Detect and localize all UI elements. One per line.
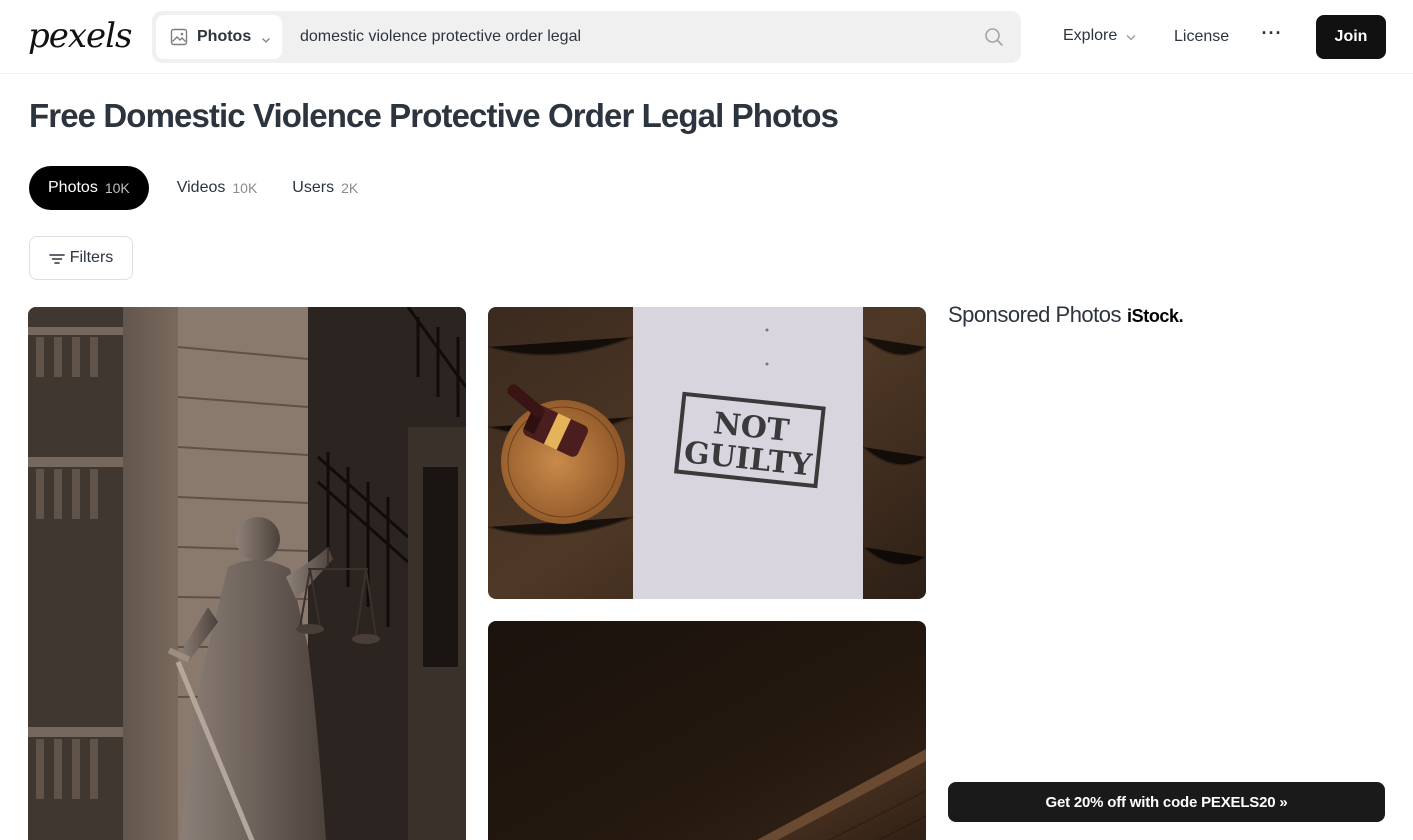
more-menu-button[interactable]: ··· [1261, 24, 1283, 48]
nav-explore-label: Explore [1063, 27, 1118, 44]
pexels-logo[interactable]: pexels [28, 14, 133, 58]
top-header: pexels Photos Explore License ··· Join [0, 0, 1413, 74]
search-scope-dropdown[interactable]: Photos [156, 15, 282, 59]
join-button[interactable]: Join [1316, 15, 1386, 59]
tab-label: Videos [176, 179, 226, 196]
search-input[interactable] [300, 11, 960, 63]
sponsored-heading: Sponsored Photos iStock. [948, 302, 1184, 328]
tab-photos[interactable]: Photos 10K [29, 166, 149, 210]
tab-count: 10K [104, 180, 130, 196]
chevron-down-icon [1125, 30, 1137, 42]
sponsored-title: Sponsored Photos [948, 302, 1122, 327]
tab-count: 10K [232, 180, 258, 196]
search-scope-label: Photos [197, 28, 252, 45]
tab-videos[interactable]: Videos 10K [158, 166, 277, 210]
tab-users[interactable]: Users 2K [273, 166, 377, 210]
filters-button[interactable]: Filters [29, 236, 133, 280]
filters-label: Filters [69, 249, 114, 266]
chevron-down-icon [261, 32, 271, 43]
lady-justice-statue-photo[interactable] [28, 307, 466, 840]
media-type-tabs: Photos 10K Videos 10K Users 2K [29, 166, 377, 210]
not-guilty-gavel-photo[interactable]: NOT GUILTY [488, 307, 926, 599]
filter-icon [48, 252, 65, 264]
tab-count: 2K [341, 180, 359, 196]
dark-wood-photo[interactable] [488, 621, 926, 840]
search-icon[interactable] [983, 26, 1005, 48]
nav-license[interactable]: License [1174, 25, 1229, 49]
tab-label: Photos [48, 179, 98, 196]
istock-logo[interactable]: iStock. [1127, 306, 1184, 327]
search-bar: Photos [152, 11, 1021, 63]
tab-label: Users [292, 179, 335, 196]
image-icon [170, 28, 188, 46]
page-title: Free Domestic Violence Protective Order … [29, 97, 839, 134]
nav-explore[interactable]: Explore [1063, 24, 1137, 48]
promo-code-button[interactable]: Get 20% off with code PEXELS20 » [948, 782, 1385, 822]
